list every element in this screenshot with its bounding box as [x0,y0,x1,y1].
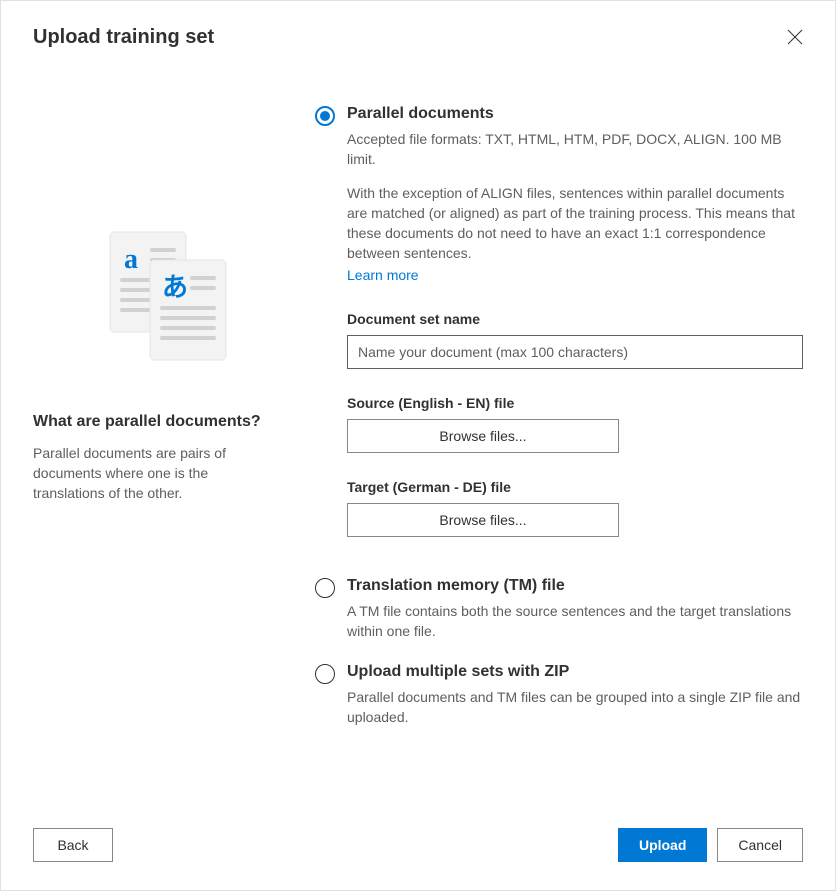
documents-illustration: a あ [78,220,238,383]
svg-text:あ: あ [162,273,188,302]
upload-button[interactable]: Upload [618,828,707,862]
option-parallel-explanation-text: With the exception of ALIGN files, sente… [347,185,795,261]
info-title: What are parallel documents? [33,413,261,431]
radio-parallel-documents[interactable] [315,106,335,126]
info-panel: a あ What are parallel documents? Paralle… [33,105,283,749]
footer-right-buttons: Upload Cancel [618,828,803,862]
options-panel: Parallel documents Accepted file formats… [315,105,803,749]
option-zip: Upload multiple sets with ZIP Parallel d… [315,663,803,727]
option-zip-content: Upload multiple sets with ZIP Parallel d… [347,663,803,727]
cancel-button[interactable]: Cancel [717,828,803,862]
document-name-field: Document set name [347,311,803,369]
target-file-label: Target (German - DE) file [347,479,803,495]
close-icon [787,29,803,45]
document-name-input[interactable] [347,335,803,369]
dialog-content: a あ What are parallel documents? Paralle… [1,53,835,749]
option-zip-title: Upload multiple sets with ZIP [347,663,803,681]
info-description: Parallel documents are pairs of document… [33,443,283,503]
option-tm-file: Translation memory (TM) file A TM file c… [315,577,803,641]
option-parallel-explanation: With the exception of ALIGN files, sente… [347,183,803,285]
target-browse-button[interactable]: Browse files... [347,503,619,537]
document-name-label: Document set name [347,311,803,327]
back-button[interactable]: Back [33,828,113,862]
dialog-header: Upload training set [1,1,835,53]
close-button[interactable] [779,21,811,53]
option-tm-content: Translation memory (TM) file A TM file c… [347,577,803,641]
option-parallel-documents: Parallel documents Accepted file formats… [315,105,803,555]
svg-text:a: a [124,244,138,275]
source-browse-button[interactable]: Browse files... [347,419,619,453]
source-file-label: Source (English - EN) file [347,395,803,411]
dialog-footer: Back Upload Cancel [1,810,835,890]
source-file-field: Source (English - EN) file Browse files.… [347,395,803,453]
option-tm-title: Translation memory (TM) file [347,577,803,595]
option-parallel-content: Parallel documents Accepted file formats… [347,105,803,555]
learn-more-link[interactable]: Learn more [347,265,803,285]
option-parallel-formats: Accepted file formats: TXT, HTML, HTM, P… [347,129,803,169]
option-parallel-title: Parallel documents [347,105,803,123]
option-tm-description: A TM file contains both the source sente… [347,601,803,641]
dialog-title: Upload training set [33,26,214,49]
option-zip-description: Parallel documents and TM files can be g… [347,687,803,727]
target-file-field: Target (German - DE) file Browse files..… [347,479,803,537]
radio-zip[interactable] [315,664,335,684]
radio-tm-file[interactable] [315,578,335,598]
